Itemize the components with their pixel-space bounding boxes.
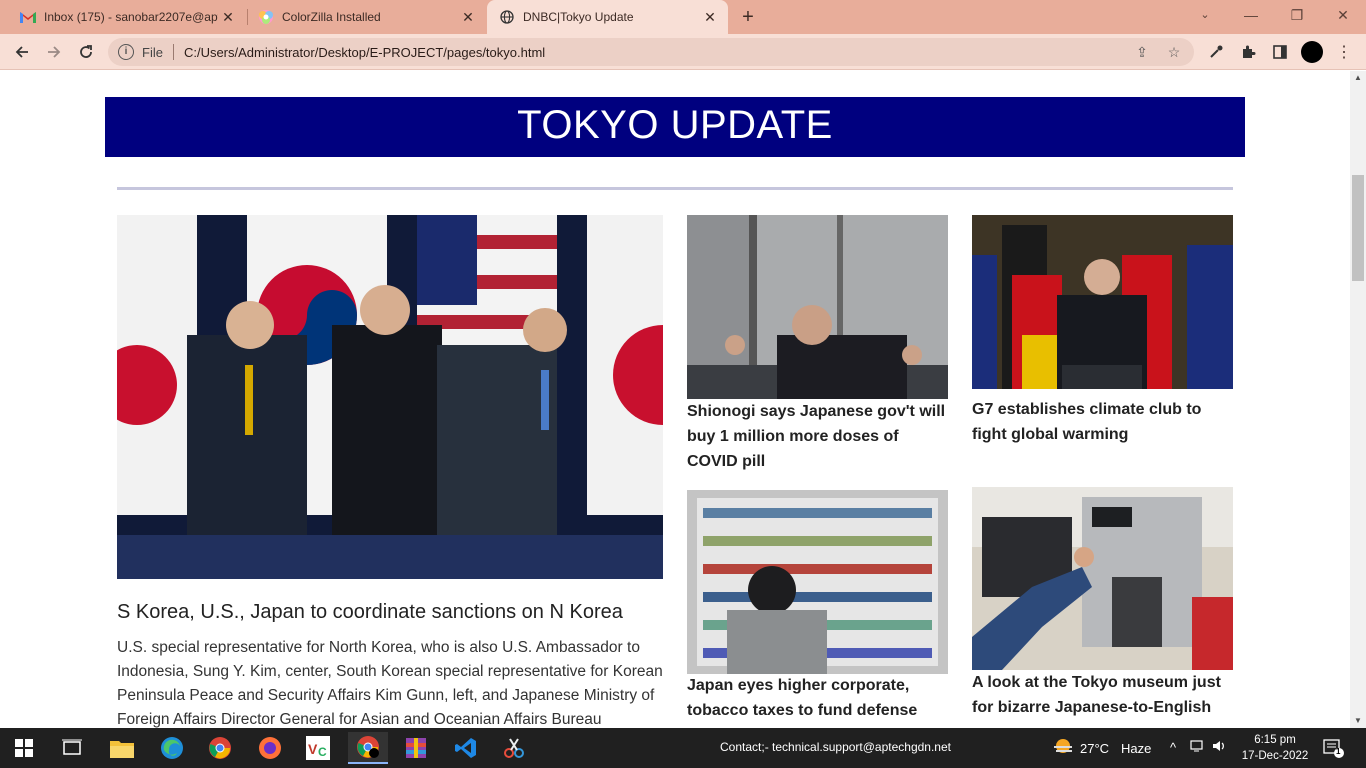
weather-temp: 27°C: [1080, 741, 1110, 756]
forward-button[interactable]: [42, 40, 66, 64]
browser-tab-strip: Inbox (175) - sanobar2207e@apte ✕ ColorZ…: [0, 0, 1366, 34]
windows-start-icon[interactable]: [4, 732, 44, 764]
story-headline[interactable]: G7 establishes climate club to fight glo…: [972, 397, 1234, 447]
network-icon[interactable]: [1190, 739, 1206, 756]
share-icon[interactable]: ⇪: [1130, 44, 1154, 61]
chrome-active-icon[interactable]: [348, 732, 388, 764]
lead-story-summary: U.S. special representative for North Ko…: [117, 639, 663, 728]
page-banner-title: TOKYO UPDATE: [105, 97, 1245, 157]
close-icon[interactable]: ✕: [458, 9, 478, 26]
back-button[interactable]: [10, 40, 34, 64]
tab-search-chevron-icon[interactable]: ⌄: [1182, 0, 1228, 30]
scheme-label: File: [142, 44, 163, 60]
file-explorer-icon[interactable]: [102, 732, 142, 764]
tab-tokyo-update[interactable]: DNBC|Tokyo Update ✕: [487, 0, 728, 34]
winrar-icon[interactable]: [396, 732, 436, 764]
lead-story-image[interactable]: [117, 215, 663, 579]
bookmark-star-icon[interactable]: ☆: [1162, 44, 1186, 61]
restore-button[interactable]: ❐: [1274, 0, 1320, 30]
browser-toolbar: i File C:/Users/Administrator/Desktop/E-…: [0, 34, 1366, 70]
system-clock[interactable]: 6:15 pm 17-Dec-2022: [1240, 732, 1310, 764]
url-text[interactable]: C:/Users/Administrator/Desktop/E-PROJECT…: [184, 45, 1130, 60]
close-window-button[interactable]: ✕: [1320, 0, 1366, 30]
vscode-icon[interactable]: [446, 732, 486, 764]
profile-avatar[interactable]: [1300, 40, 1324, 64]
svg-text:C: C: [318, 745, 327, 759]
chevron-up-icon[interactable]: ^: [1170, 740, 1176, 755]
story-image-g7[interactable]: [972, 215, 1233, 389]
scroll-down-arrow-icon[interactable]: ▼: [1350, 714, 1366, 728]
divider: [172, 44, 174, 60]
edge-browser-icon[interactable]: [152, 732, 192, 764]
globe-icon: [499, 9, 515, 25]
chrome-icon[interactable]: [200, 732, 240, 764]
minimize-button[interactable]: —: [1228, 0, 1274, 30]
contact-text: Contact;- technical.support@aptechgdn.ne…: [720, 740, 951, 754]
firefox-icon[interactable]: [250, 732, 290, 764]
kebab-menu-icon[interactable]: ⋮: [1332, 40, 1356, 64]
story-headline[interactable]: A look at the Tokyo museum just for biza…: [972, 670, 1234, 720]
tab-title: ColorZilla Installed: [282, 10, 381, 24]
windows-taskbar: VC Contact;- technical.support@aptechgdn…: [0, 728, 1366, 768]
story-image-museum[interactable]: [972, 487, 1233, 670]
tab-inbox[interactable]: Inbox (175) - sanobar2207e@apte ✕: [0, 0, 246, 34]
svg-text:V: V: [308, 741, 318, 757]
vc-app-icon[interactable]: VC: [298, 732, 338, 764]
side-panel-icon[interactable]: [1268, 40, 1292, 64]
story-headline[interactable]: Japan eyes higher corporate, tobacco tax…: [687, 673, 949, 723]
eyedropper-icon[interactable]: [1204, 40, 1228, 64]
colorzilla-icon: [258, 9, 274, 25]
scroll-up-arrow-icon[interactable]: ▲: [1350, 71, 1366, 85]
scrollbar-thumb[interactable]: [1352, 175, 1364, 281]
haze-weather-icon: [1052, 738, 1074, 759]
extensions-puzzle-icon[interactable]: [1236, 40, 1260, 64]
volume-icon[interactable]: [1212, 739, 1228, 756]
story-headline[interactable]: Shionogi says Japanese gov't will buy 1 …: [687, 399, 949, 474]
snipping-tool-icon[interactable]: [494, 732, 534, 764]
info-icon[interactable]: i: [118, 44, 134, 60]
story-image-shionogi[interactable]: [687, 215, 948, 399]
divider-line: [117, 187, 1233, 190]
close-icon[interactable]: ✕: [700, 9, 720, 26]
vertical-scrollbar[interactable]: ▲ ▼: [1350, 71, 1366, 728]
task-view-icon[interactable]: [52, 732, 92, 764]
close-icon[interactable]: ✕: [218, 9, 238, 26]
clock-time: 6:15 pm: [1254, 734, 1296, 746]
notification-center-icon[interactable]: 1: [1322, 738, 1344, 758]
tab-colorzilla[interactable]: ColorZilla Installed ✕: [238, 0, 486, 34]
notification-count: 1: [1336, 747, 1341, 756]
weather-condition: Haze: [1121, 741, 1152, 756]
weather-widget[interactable]: 27°C Haze: [1052, 738, 1151, 759]
page-viewport: TOKYO UPDATE S Korea, U.S., Japan to coo…: [0, 71, 1350, 728]
new-tab-button[interactable]: +: [737, 6, 759, 28]
gmail-icon: [20, 9, 36, 25]
tab-title: Inbox (175) - sanobar2207e@apte: [44, 10, 218, 24]
tab-title: DNBC|Tokyo Update: [523, 10, 634, 24]
address-bar[interactable]: i File C:/Users/Administrator/Desktop/E-…: [108, 38, 1194, 66]
clock-date: 17-Dec-2022: [1241, 750, 1309, 762]
lead-story-headline[interactable]: S Korea, U.S., Japan to coordinate sanct…: [117, 601, 623, 624]
story-image-tobacco[interactable]: [687, 490, 948, 674]
reload-button[interactable]: [74, 40, 98, 64]
